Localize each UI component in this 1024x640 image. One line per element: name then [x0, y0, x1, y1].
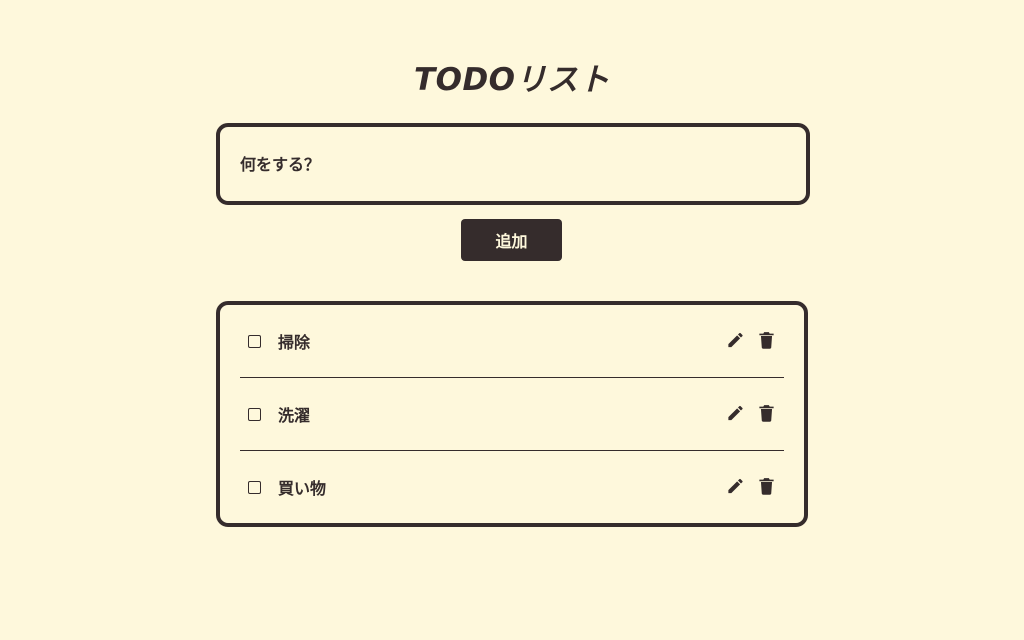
new-todo-field[interactable]	[216, 123, 810, 205]
pencil-icon	[726, 476, 745, 498]
trash-icon	[757, 330, 776, 352]
delete-button[interactable]	[757, 330, 776, 352]
todo-actions	[726, 403, 776, 425]
todo-actions	[726, 476, 776, 498]
add-button[interactable]: 追加	[461, 219, 562, 261]
todo-label: 洗濯	[278, 406, 311, 425]
new-todo-input[interactable]	[240, 127, 780, 201]
todo-app: TODOリスト 追加 掃除	[0, 0, 1024, 640]
page-title: TODOリスト	[413, 62, 611, 98]
todo-item: 洗濯	[240, 378, 784, 451]
pencil-icon	[726, 403, 745, 425]
todo-checkbox[interactable]	[248, 334, 261, 348]
delete-button[interactable]	[757, 476, 776, 498]
todo-list: 掃除 洗濯 買い物	[220, 305, 804, 523]
trash-icon	[757, 403, 776, 425]
edit-button[interactable]	[726, 405, 745, 424]
pencil-icon	[726, 330, 745, 352]
edit-button[interactable]	[726, 332, 745, 351]
todo-checkbox[interactable]	[248, 407, 261, 421]
delete-button[interactable]	[757, 403, 776, 425]
todo-label: 買い物	[278, 479, 327, 498]
todo-item: 掃除	[240, 305, 784, 378]
trash-icon	[757, 476, 776, 498]
todo-item: 買い物	[240, 451, 784, 523]
todo-actions	[726, 330, 776, 352]
todo-checkbox[interactable]	[248, 480, 261, 494]
todo-label: 掃除	[278, 333, 311, 352]
edit-button[interactable]	[726, 478, 745, 497]
todo-list-panel: 掃除 洗濯 買い物	[216, 301, 808, 527]
